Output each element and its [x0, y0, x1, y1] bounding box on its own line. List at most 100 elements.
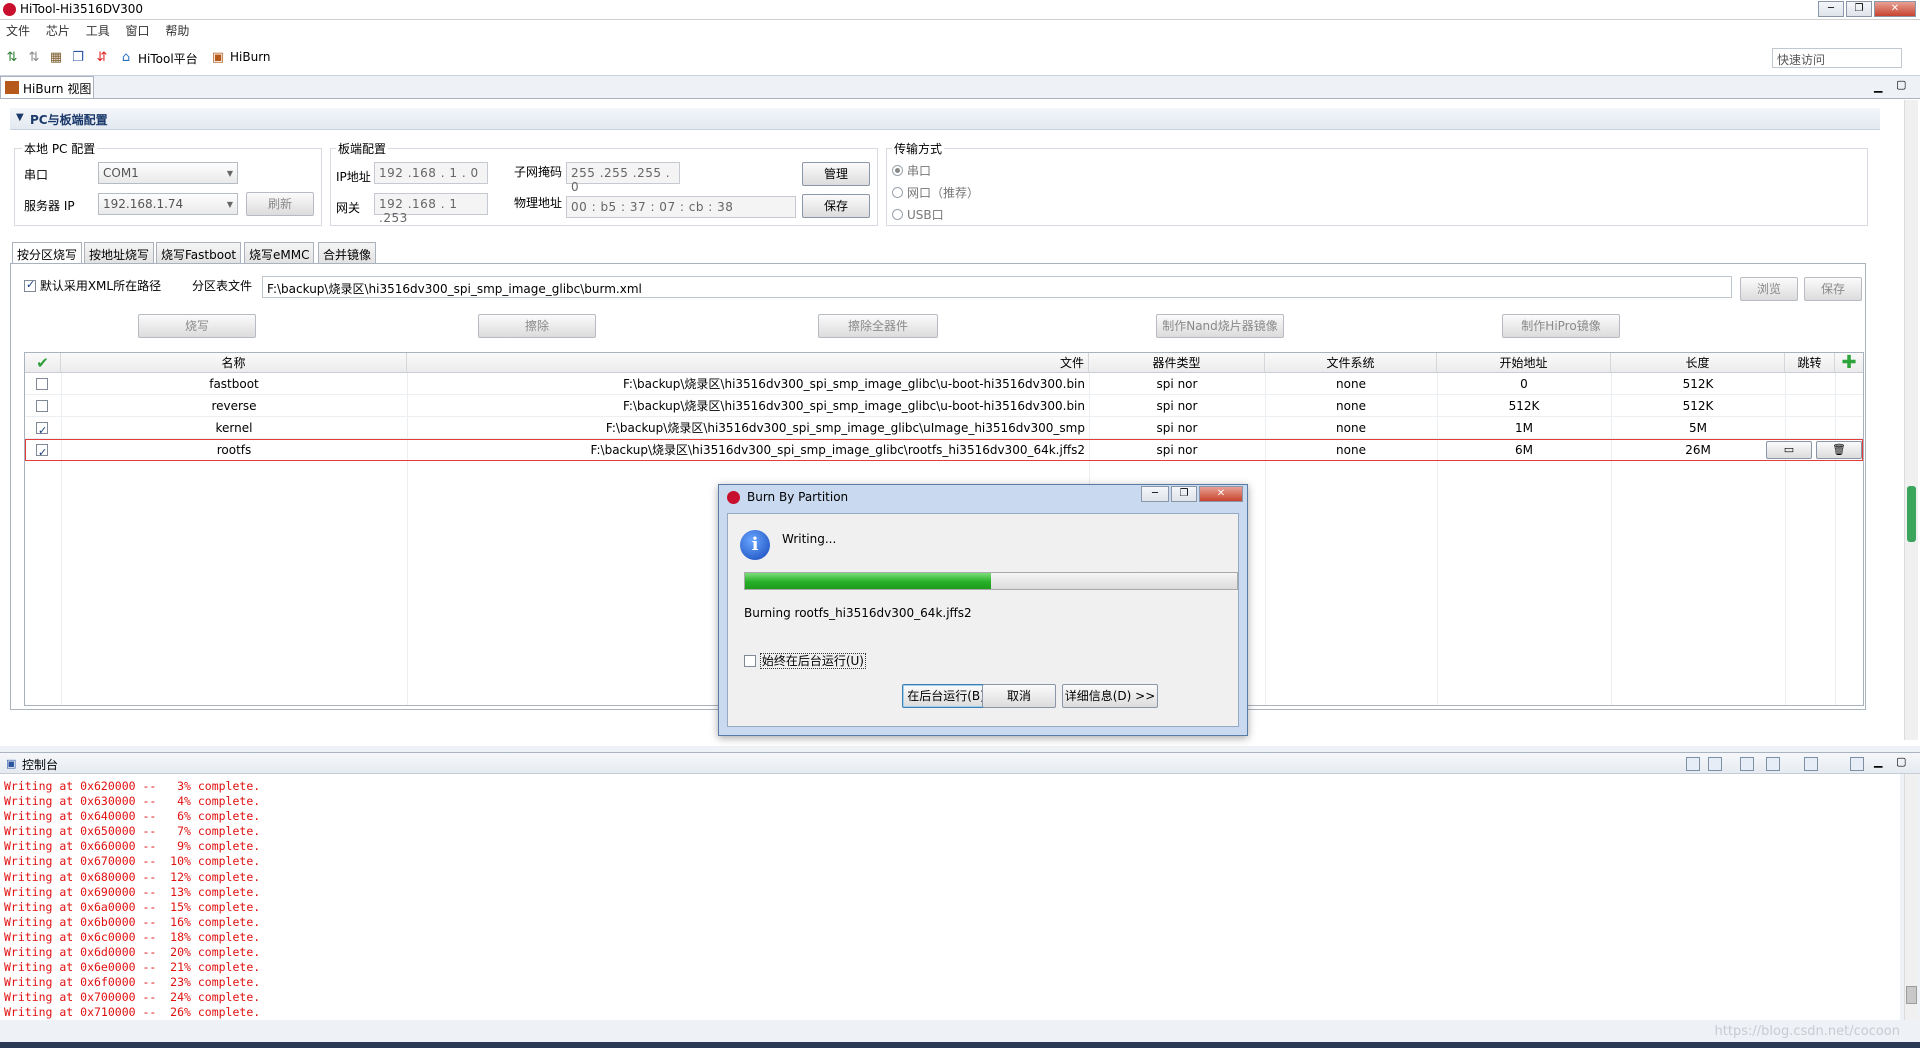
dialog-title-bar[interactable]: Burn By Partition ─ ❐ ✕ — [719, 485, 1247, 511]
view-scrollbar[interactable] — [1904, 100, 1918, 740]
chevron-down-icon: ▼ — [226, 169, 233, 178]
console-minimize-icon[interactable]: ▁ — [1874, 755, 1882, 768]
console-line: Writing at 0x660000 -- 9% complete. — [4, 839, 261, 854]
view-minimize-icon[interactable]: ▁ — [1874, 80, 1882, 93]
console-maximize-icon[interactable]: ▢ — [1896, 755, 1906, 768]
table-row[interactable]: reverse F:\backup\烧录区\hi3516dv300_spi_sm… — [25, 395, 1863, 417]
mac-address-field[interactable]: 00 : b5 : 37 : 07 : cb : 38 — [566, 196, 796, 218]
menu-chip[interactable]: 芯片 — [40, 20, 76, 39]
pin-console-icon[interactable] — [1740, 757, 1754, 771]
jump-icon: ▭ — [1783, 443, 1795, 456]
collapse-triangle-icon[interactable]: ▼ — [16, 112, 24, 123]
column-header-file[interactable]: 文件 — [407, 353, 1089, 373]
use-xml-path-checkbox[interactable]: 默认采用XML所在路径 — [24, 277, 161, 294]
connect-icon[interactable]: ⇅ — [4, 50, 20, 66]
select-all-header[interactable]: ✔ — [25, 353, 61, 373]
row-checkbox[interactable] — [36, 395, 48, 417]
board-ip-field[interactable]: 192 .168 . 1 . 0 — [374, 162, 488, 184]
erase-button[interactable]: 擦除 — [478, 314, 596, 338]
server-ip-label: 服务器 IP — [24, 199, 75, 213]
details-button[interactable]: 详细信息(D) >> — [1062, 684, 1158, 708]
minimize-button[interactable]: ─ — [1818, 1, 1844, 17]
transfer-serial-radio[interactable]: 串口 — [892, 162, 931, 179]
display-console-icon[interactable] — [1766, 757, 1780, 771]
burn-button[interactable]: 烧写 — [138, 314, 256, 338]
check-all-icon[interactable]: ✔ — [36, 354, 49, 372]
menu-file[interactable]: 文件 — [0, 20, 36, 39]
row-checkbox[interactable] — [36, 373, 48, 395]
gateway-field[interactable]: 192 .168 . 1 .253 — [374, 193, 488, 225]
scroll-lock-icon[interactable] — [1708, 757, 1722, 771]
menu-window[interactable]: 窗口 — [120, 20, 156, 39]
console-line: Writing at 0x6c0000 -- 18% complete. — [4, 929, 261, 944]
dialog-app-icon — [727, 491, 740, 504]
column-header-jump[interactable]: 跳转 — [1785, 353, 1835, 373]
dialog-close-button[interactable]: ✕ — [1199, 486, 1243, 502]
manage-button[interactable]: 管理 — [802, 162, 870, 186]
tab-burn-by-address[interactable]: 按地址烧写 — [84, 242, 155, 264]
clear-console-icon[interactable] — [1686, 757, 1700, 771]
run-in-background-button[interactable]: 在后台运行(B) — [902, 684, 990, 708]
hiburn-link[interactable]: HiBurn — [230, 50, 271, 64]
chip-icon[interactable]: ▦ — [48, 50, 64, 66]
column-header-name[interactable]: 名称 — [61, 353, 407, 373]
tab-burn-fastboot[interactable]: 烧写Fastboot — [156, 242, 242, 264]
window-icon[interactable]: ❐ — [70, 50, 86, 66]
subnet-mask-field[interactable]: 255 .255 .255 . 0 — [566, 162, 680, 194]
add-row-header[interactable]: ✚ — [1835, 353, 1863, 373]
tab-burn-by-partition[interactable]: 按分区烧写 — [12, 242, 83, 265]
column-header-length[interactable]: 长度 — [1611, 353, 1785, 373]
hiburn-icon[interactable]: ▣ — [210, 50, 226, 66]
console-settings-icon[interactable] — [1850, 757, 1864, 771]
table-row-selected[interactable]: rootfs F:\backup\烧录区\hi3516dv300_spi_smp… — [25, 439, 1863, 461]
open-console-icon[interactable] — [1804, 757, 1818, 771]
partition-file-field[interactable]: F:\backup\烧录区\hi3516dv300_spi_smp_image_… — [262, 276, 1732, 298]
partition-save-button[interactable]: 保存 — [1804, 277, 1862, 301]
view-maximize-icon[interactable]: ▢ — [1896, 78, 1906, 91]
hiburn-view-tab[interactable]: HiBurn 视图 — [0, 76, 94, 98]
board-save-button[interactable]: 保存 — [802, 194, 870, 218]
close-window-button[interactable]: ✕ — [1874, 1, 1916, 17]
tab-merge-image[interactable]: 合并镜像 — [318, 242, 377, 264]
column-header-filesystem[interactable]: 文件系统 — [1265, 353, 1437, 373]
make-hipro-image-button[interactable]: 制作HiPro镜像 — [1502, 314, 1620, 338]
dialog-maximize-button[interactable]: ❐ — [1171, 486, 1197, 502]
checkbox-icon — [36, 400, 48, 412]
console-tab-title[interactable]: 控制台 — [22, 756, 58, 773]
add-partition-icon[interactable]: ✚ — [1841, 352, 1856, 373]
dialog-minimize-button[interactable]: ─ — [1141, 486, 1169, 502]
console-scrollbar-thumb[interactable] — [1906, 986, 1917, 1004]
transfer-icon[interactable]: ⇵ — [94, 50, 110, 66]
view-scrollbar-thumb[interactable] — [1907, 486, 1916, 542]
table-row[interactable]: fastboot F:\backup\烧录区\hi3516dv300_spi_s… — [25, 373, 1863, 395]
transfer-network-radio[interactable]: 网口（推荐） — [892, 184, 979, 201]
row-checkbox[interactable] — [36, 439, 48, 461]
server-ip-select[interactable]: 192.168.1.74 ▼ — [98, 193, 238, 215]
browse-button[interactable]: 浏览 — [1740, 277, 1798, 301]
disconnect-icon[interactable]: ⇅ — [26, 50, 42, 66]
always-background-checkbox[interactable]: 始终在后台运行(U) — [744, 652, 866, 669]
row-checkbox[interactable] — [36, 417, 48, 439]
table-row[interactable]: kernel F:\backup\烧录区\hi3516dv300_spi_smp… — [25, 417, 1863, 439]
pc-board-config-header[interactable]: ▼ PC与板端配置 — [10, 108, 1880, 130]
tab-burn-emmc[interactable]: 烧写eMMC — [244, 242, 315, 264]
menu-help[interactable]: 帮助 — [159, 20, 195, 39]
serial-port-select[interactable]: COM1 ▼ — [98, 162, 238, 184]
console-scrollbar[interactable] — [1904, 774, 1918, 1020]
hitool-platform-link[interactable]: HiTool平台 — [138, 50, 198, 67]
erase-all-button[interactable]: 擦除全器件 — [818, 314, 938, 338]
transfer-usb-radio[interactable]: USB口 — [892, 206, 944, 223]
make-nand-image-button[interactable]: 制作Nand烧片器镜像 — [1156, 314, 1284, 338]
column-header-start-address[interactable]: 开始地址 — [1437, 353, 1611, 373]
refresh-button[interactable]: 刷新 — [246, 192, 314, 216]
dialog-cancel-button[interactable]: 取消 — [982, 684, 1056, 708]
jump-button[interactable]: ▭ — [1766, 441, 1812, 459]
home-icon[interactable]: ⌂ — [118, 50, 134, 66]
radio-selected-icon — [892, 165, 903, 176]
maximize-button[interactable]: ❐ — [1846, 1, 1872, 17]
quick-access-input[interactable]: 快速访问 — [1772, 48, 1902, 68]
column-header-device-type[interactable]: 器件类型 — [1089, 353, 1265, 373]
menu-tools[interactable]: 工具 — [80, 20, 116, 39]
checkbox-checked-icon — [24, 278, 36, 292]
delete-row-button[interactable]: 🗑 — [1816, 441, 1862, 459]
